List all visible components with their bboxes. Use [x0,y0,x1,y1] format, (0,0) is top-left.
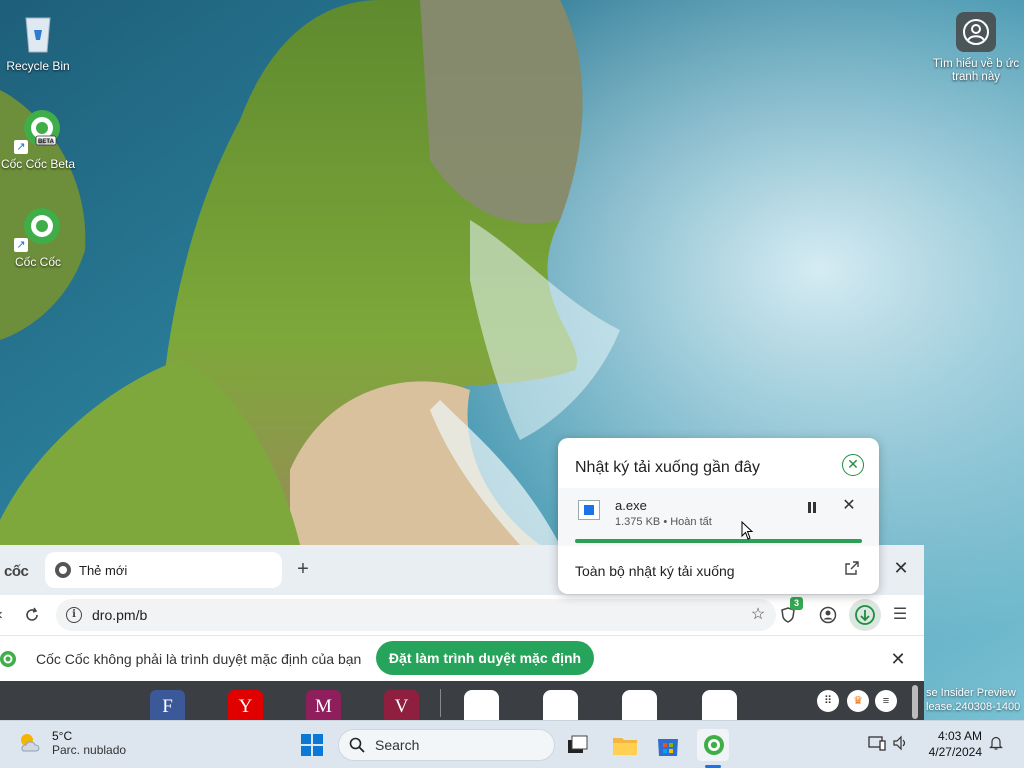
coccoc-icon: ↗ [14,204,62,252]
beta-badge: BETA [38,139,55,145]
shortcut-tile-empty[interactable] [543,690,578,721]
adblock-count-badge: 3 [790,597,803,610]
profile-icon[interactable] [814,601,842,629]
close-popup-icon[interactable]: ✕ [842,454,864,476]
new-tab-button[interactable]: + [292,558,314,580]
close-window-button[interactable]: ✕ [890,557,912,579]
address-url: dro.pm/b [92,607,148,623]
weather-desc: Parc. nublado [52,743,127,757]
coccoc-taskbar-button[interactable] [697,729,729,761]
address-bar[interactable]: i dro.pm/b [56,599,776,631]
shortcut-tile[interactable]: Y [228,690,263,721]
start-button[interactable] [296,729,328,761]
desktop-icon-label: Recycle Bin [6,59,70,73]
downloads-popup-title: Nhật ký tải xuống gần đây [575,459,761,476]
download-progress-bar [575,539,862,543]
watermark-line: se Insider Preview [926,687,1016,699]
weather-temp: 5°C [52,729,73,743]
desktop-icon-label: Cốc Cốc [14,255,61,269]
task-view-icon [568,735,588,753]
default-browser-infobar: Cốc Cốc không phải là trình duyệt mặc đị… [0,635,924,681]
notification-bell-icon[interactable] [988,735,1004,754]
apps-grid-icon[interactable]: ⠿ [817,690,839,712]
shortcut-letter: Y [238,696,253,717]
clock-time: 4:03 AM [937,729,982,743]
coccoc-icon [704,735,724,755]
back-arrow-icon[interactable]: ‹ [0,601,14,629]
all-downloads-link[interactable]: Toàn bộ nhật ký tải xuống [575,563,735,579]
pause-icon[interactable] [804,500,820,516]
shortcut-arrow-icon: ↗ [14,238,28,252]
downloads-popup: Nhật ký tải xuống gần đây ✕ a.exe 1.375 … [558,438,879,594]
site-info-icon[interactable]: i [66,607,82,623]
tab-new-tab[interactable]: Thẻ mới [45,552,282,588]
shortcut-tile[interactable]: M [306,690,341,721]
network-icon[interactable] [868,735,886,754]
mouse-cursor-icon [741,521,754,540]
shortcut-letter: M [315,696,332,717]
desktop-icon-learn-about-picture[interactable]: Tìm hiểu về b ức tranh này [930,8,1022,84]
download-item[interactable]: a.exe 1.375 KB • Hoàn tất ✕ [558,488,879,546]
new-tab-shortcuts: F Y M V ⠿ ♛ ≡ [0,681,924,721]
tab-favicon-icon [55,562,71,578]
menu-icon[interactable]: ☰ [886,601,914,629]
search-placeholder: Search [375,737,420,753]
desktop-icon-recycle-bin[interactable]: Recycle Bin [0,8,76,73]
download-progress-fill [575,539,862,543]
coccoc-logo-icon [0,651,16,667]
task-view-button[interactable] [562,729,594,761]
taskbar-search[interactable]: Search [338,729,555,761]
learn-about-picture-icon [956,12,996,52]
shortcut-tile[interactable]: V [384,690,419,721]
windows-logo-icon [301,734,323,756]
tab-title: Thẻ mới [79,562,128,578]
reload-icon[interactable] [18,601,46,629]
insider-watermark: se Insider Preview lease.240308-1400 [926,686,1024,714]
downloads-button[interactable] [849,599,881,631]
partly-cloudy-icon [21,734,40,752]
page-scrollbar[interactable] [912,685,918,719]
shortcut-letter: V [394,696,409,717]
coccoc-beta-icon: BETA ↗ [14,106,62,154]
browser-logo[interactable]: cốc [4,563,29,580]
exe-file-icon [578,500,600,520]
shortcut-tile-empty[interactable] [622,690,657,721]
system-clock[interactable]: 4:03 AM 4/27/2024 [922,728,982,760]
bookmark-star-icon[interactable]: ☆ [744,601,772,629]
shortcut-separator [440,689,441,717]
desktop-icon-coccoc[interactable]: ↗ Cốc Cốc [0,204,76,269]
shortcut-tile[interactable]: F [150,690,185,721]
shortcut-tile-empty[interactable] [464,690,499,721]
file-explorer-button[interactable] [609,729,641,761]
shortcut-arrow-icon: ↗ [14,140,28,154]
store-button[interactable] [652,729,684,761]
download-filename: a.exe [615,498,647,513]
volume-icon[interactable] [892,735,908,754]
open-external-icon[interactable] [844,560,860,576]
desktop-icon-label: Tìm hiểu về b ức tranh này [932,58,1020,83]
browser-toolbar: ‹ i dro.pm/b ☆ 3 ☰ [0,595,924,635]
clock-date: 4/27/2024 [928,745,982,759]
watermark-line: lease.240308-1400 [926,701,1021,713]
customize-sliders-icon[interactable]: ≡ [875,690,897,712]
search-icon [349,737,365,753]
recycle-bin-icon [14,8,62,56]
cancel-download-icon[interactable]: ✕ [840,497,858,515]
desktop-icon-coccoc-beta[interactable]: BETA ↗ Cốc Cốc Beta [0,106,76,171]
shortcut-tile-empty[interactable] [702,690,737,721]
infobar-close-button[interactable]: ✕ [887,648,909,670]
download-status: 1.375 KB • Hoàn tất [615,516,712,528]
set-default-browser-button[interactable]: Đặt làm trình duyệt mặc định [376,641,594,675]
shortcut-letter: F [162,696,173,717]
crown-icon[interactable]: ♛ [847,690,869,712]
store-icon [658,739,678,756]
infobar-message: Cốc Cốc không phải là trình duyệt mặc đị… [36,651,362,667]
taskbar: 5°C Parc. nublado Search 4:03 AM 4/27/20… [0,720,1024,768]
folder-icon [613,738,637,755]
weather-widget[interactable]: 5°C Parc. nublado [16,729,126,757]
desktop-icon-label: Cốc Cốc Beta [0,157,76,171]
